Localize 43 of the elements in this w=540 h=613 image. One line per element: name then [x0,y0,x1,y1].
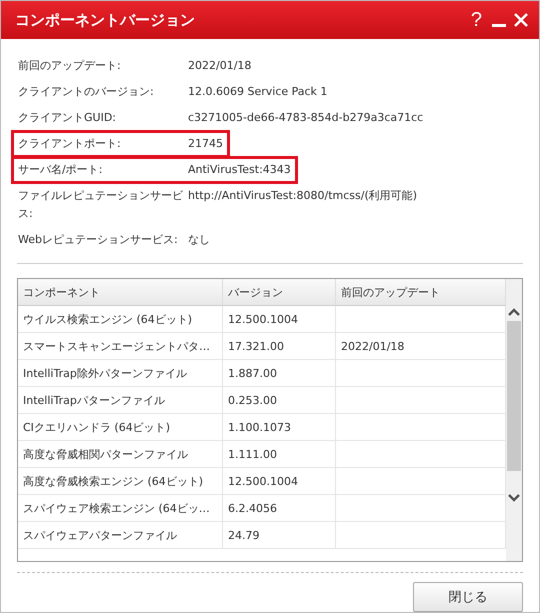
close-icon[interactable] [513,12,529,28]
info-value: c3271005-de66-4783-854d-b279a3ca71cc [188,110,424,126]
info-label: Webレピュテーションサービス: [18,232,179,248]
scroll-up-icon[interactable] [507,307,521,317]
column-header[interactable]: 前回のアップデート [336,279,506,306]
info-label: クライアントポート: [18,136,122,152]
info-value: 12.0.6069 Service Pack 1 [188,84,328,100]
table-cell: 高度な脅威相関パターンファイル [18,441,223,468]
info-value: なし [188,232,210,248]
help-button[interactable]: ? [468,8,485,32]
table-cell: IntelliTrapパターンファイル [18,387,223,414]
scroll-down-icon[interactable] [507,493,521,503]
table-cell: スマートスキャンエージェントパタ… [18,333,223,360]
table-cell: CIクエリハンドラ (64ビット) [18,414,223,441]
table-cell: 12.500.1004 [223,306,336,333]
info-label: クライアントのバージョン: [18,84,155,100]
info-value: AntiVirusTest:4343 [188,162,291,178]
scroll-thumb[interactable] [507,321,521,471]
table-cell: 1.111.00 [223,441,336,468]
info-value: 21745 [188,136,223,152]
table-cell: ウイルス検索エンジン (64ビット) [18,306,223,333]
table-cell: 24.79 [223,522,336,549]
table-cell: 12.500.1004 [223,468,336,495]
scrollbar[interactable] [506,279,522,561]
info-label: クライアントGUID: [18,110,117,126]
info-value: 2022/01/18 [188,58,252,74]
table-cell: 高度な脅威検索エンジン (64ビット) [18,468,223,495]
info-label: 前回のアップデート: [18,58,122,74]
window-title: コンポーネントバージョン [15,10,196,30]
table-cell: IntelliTrap除外パターンファイル [18,360,223,387]
table-cell: 0.253.00 [223,387,336,414]
close-button[interactable]: 閉じる [413,582,523,612]
table-cell: 6.2.4056 [223,495,336,522]
table-cell: スパイウェア検索エンジン (64ビッ… [18,495,223,522]
info-label: ファイルレピュテーションサービス: [18,188,184,222]
column-header[interactable]: コンポーネント [18,279,223,306]
table-cell: 1.100.1073 [223,414,336,441]
table-cell: スパイウェアパターンファイル [18,522,223,549]
column-header[interactable]: バージョン [223,279,336,306]
info-label: サーバ名/ポート: [18,162,104,178]
table-cell: 1.887.00 [223,360,336,387]
info-value: http://AntiVirusTest:8080/tmcss/(利用可能) [188,188,418,204]
table-cell: 17.321.00 [223,333,336,360]
